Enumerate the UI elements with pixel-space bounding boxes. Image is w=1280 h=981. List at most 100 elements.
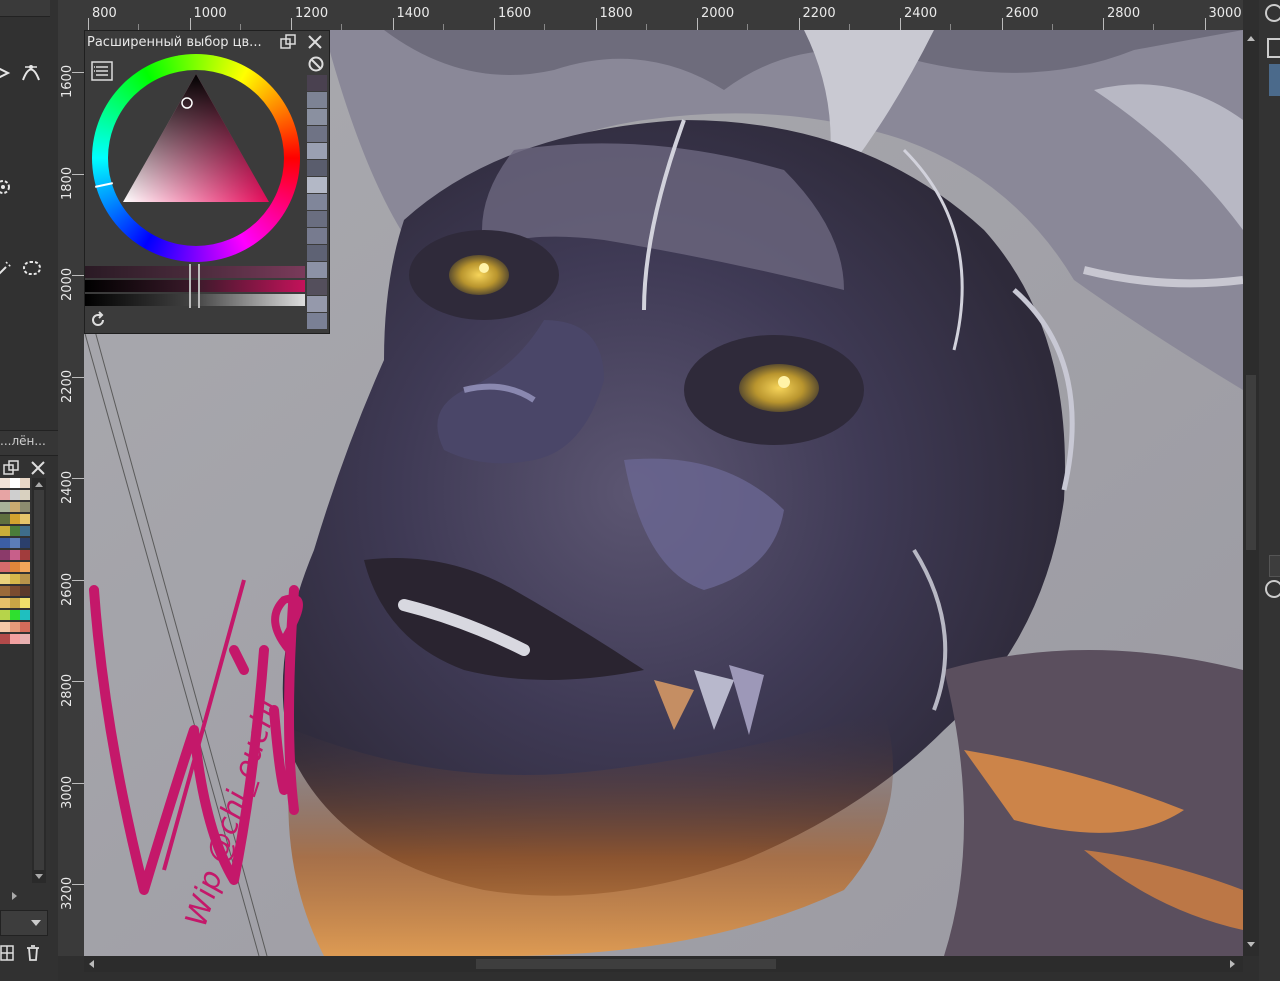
vertical-scroll-thumb[interactable] — [1246, 375, 1256, 550]
palette-swatch[interactable] — [0, 550, 10, 560]
docker-close-icon[interactable] — [307, 34, 323, 54]
palette-scroll-thumb[interactable] — [34, 490, 44, 870]
palette-select-dropdown[interactable] — [0, 910, 48, 936]
palette-swatch[interactable] — [0, 622, 10, 632]
scroll-right-arrow-icon[interactable] — [12, 892, 17, 900]
palette-scrollbar[interactable] — [32, 478, 46, 883]
palette-swatch[interactable] — [0, 598, 10, 608]
bezier-tool-icon[interactable] — [20, 61, 42, 83]
recent-color-swatch[interactable] — [307, 313, 327, 329]
recent-color-swatch[interactable] — [307, 126, 327, 142]
right-panel-button[interactable] — [1269, 555, 1280, 577]
path-tool-icon[interactable] — [0, 62, 16, 84]
horizontal-scroll-thumb[interactable] — [476, 959, 776, 969]
recent-color-swatch[interactable] — [307, 160, 327, 176]
recent-color-swatch[interactable] — [307, 194, 327, 210]
vertical-scrollbar[interactable] — [1243, 30, 1259, 956]
palette-swatch[interactable] — [10, 634, 20, 644]
palette-swatch[interactable] — [10, 574, 20, 584]
palette-swatch[interactable] — [0, 526, 10, 536]
palette-swatch[interactable] — [20, 562, 30, 572]
palette-swatch[interactable] — [0, 574, 10, 584]
palette-swatch[interactable] — [10, 514, 20, 524]
palette-swatch[interactable] — [20, 598, 30, 608]
scroll-right-arrow-icon[interactable] — [1230, 960, 1235, 968]
recent-color-swatch[interactable] — [307, 279, 327, 295]
palette-swatch[interactable] — [10, 622, 20, 632]
recent-colors-strip[interactable] — [307, 75, 327, 331]
palette-swatch[interactable] — [0, 586, 10, 596]
palette-swatch[interactable] — [20, 586, 30, 596]
no-color-icon[interactable] — [307, 55, 325, 77]
recent-color-swatch[interactable] — [307, 296, 327, 312]
palette-swatch[interactable] — [20, 526, 30, 536]
recent-color-swatch[interactable] — [307, 228, 327, 244]
palette-swatch[interactable] — [10, 526, 20, 536]
palette-swatch[interactable] — [0, 562, 10, 572]
palette-swatch[interactable] — [10, 550, 20, 560]
palette-swatch[interactable] — [10, 598, 20, 608]
assistant-tool-icon[interactable] — [0, 176, 14, 198]
palette-swatch[interactable] — [20, 634, 30, 644]
palette-swatch[interactable] — [20, 574, 30, 584]
refresh-icon[interactable] — [89, 311, 107, 333]
palette-swatch[interactable] — [10, 502, 20, 512]
palette-swatch[interactable] — [0, 634, 10, 644]
saturation-slider[interactable] — [85, 280, 305, 292]
recent-color-swatch[interactable] — [307, 143, 327, 159]
palette-swatch[interactable] — [0, 478, 10, 488]
slider-handle[interactable] — [189, 264, 191, 308]
elliptical-select-icon[interactable] — [21, 257, 43, 279]
palette-swatch[interactable] — [20, 538, 30, 548]
scroll-up-arrow-icon[interactable] — [1247, 36, 1255, 41]
scroll-down-arrow-icon[interactable] — [35, 874, 43, 879]
palette-close-icon[interactable] — [30, 460, 46, 480]
recent-color-swatch[interactable] — [307, 75, 327, 91]
right-panel-active-tab[interactable] — [1269, 64, 1280, 96]
trash-icon[interactable] — [24, 944, 42, 966]
saturation-value-triangle[interactable] — [121, 72, 271, 204]
palette-swatch[interactable] — [10, 538, 20, 548]
horizontal-scrollbar[interactable] — [84, 956, 1243, 972]
recent-color-swatch[interactable] — [307, 177, 327, 193]
palette-swatch[interactable] — [20, 478, 30, 488]
palette-swatch[interactable] — [20, 502, 30, 512]
palette-swatch[interactable] — [0, 502, 10, 512]
ruler-y-label: 2400 — [60, 470, 75, 504]
palette-float-icon[interactable] — [2, 460, 20, 480]
value-slider[interactable] — [85, 294, 305, 306]
palette-swatch[interactable] — [0, 490, 10, 500]
palette-swatch[interactable] — [10, 562, 20, 572]
palette-swatch[interactable] — [10, 586, 20, 596]
palette-swatch[interactable] — [0, 610, 10, 620]
recent-color-swatch[interactable] — [307, 92, 327, 108]
selector-settings-icon[interactable] — [91, 61, 113, 85]
docker-float-icon[interactable] — [279, 34, 297, 54]
right-panel-layer-icon[interactable] — [1267, 38, 1280, 58]
recent-color-swatch[interactable] — [307, 262, 327, 278]
right-panel-round-icon[interactable] — [1265, 580, 1280, 598]
palette-swatch-grid[interactable] — [0, 478, 30, 888]
palette-swatch[interactable] — [20, 610, 30, 620]
palette-swatch[interactable] — [20, 514, 30, 524]
palette-swatch[interactable] — [10, 610, 20, 620]
recent-color-swatch[interactable] — [307, 211, 327, 227]
hue-slider[interactable] — [85, 266, 305, 278]
scroll-left-arrow-icon[interactable] — [89, 960, 94, 968]
right-panel-icon[interactable] — [1265, 4, 1280, 22]
palette-swatch[interactable] — [20, 622, 30, 632]
recent-color-swatch[interactable] — [307, 245, 327, 261]
ruler-y-label: 3200 — [60, 876, 75, 910]
palette-swatch[interactable] — [0, 514, 10, 524]
palette-swatch[interactable] — [10, 490, 20, 500]
palette-grid-icon[interactable] — [0, 944, 14, 966]
palette-swatch[interactable] — [10, 478, 20, 488]
scroll-up-arrow-icon[interactable] — [35, 482, 43, 487]
palette-swatch[interactable] — [0, 538, 10, 548]
recent-color-swatch[interactable] — [307, 109, 327, 125]
contiguous-select-icon[interactable] — [0, 257, 16, 279]
slider-handle-secondary[interactable] — [198, 264, 200, 308]
palette-swatch[interactable] — [20, 490, 30, 500]
palette-swatch[interactable] — [20, 550, 30, 560]
scroll-down-arrow-icon[interactable] — [1247, 942, 1255, 947]
